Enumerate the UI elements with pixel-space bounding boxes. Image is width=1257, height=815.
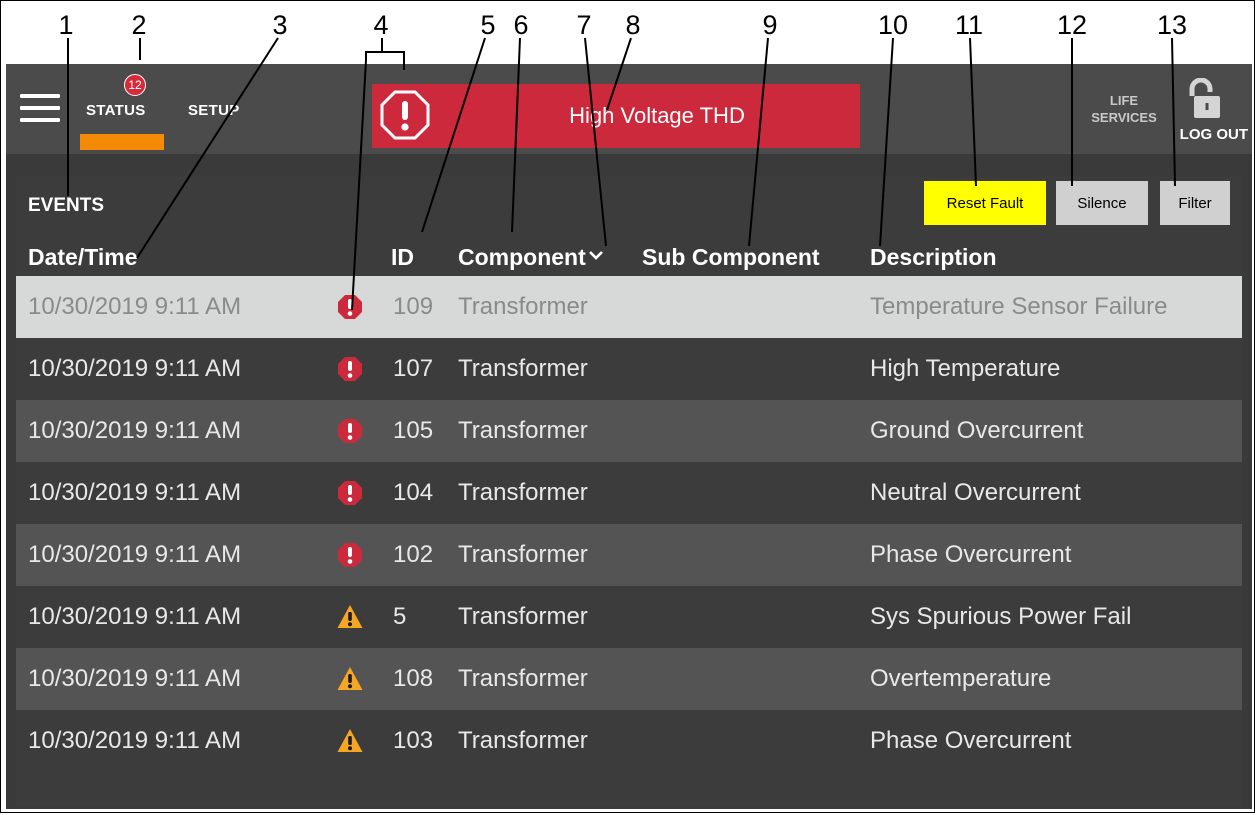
cell-id: 109 <box>393 293 434 320</box>
cell-date-time: 10/30/2019 9:11 AM <box>28 727 242 754</box>
table-row[interactable]: 10/30/2019 9:11 AM 5 Transformer Sys Spurio… <box>16 586 1242 648</box>
alarm-banner[interactable]: High Voltage THD <box>372 84 860 148</box>
column-header-component[interactable]: Component <box>458 244 604 271</box>
hamburger-menu-icon[interactable] <box>20 94 60 126</box>
unlocked-padlock-icon <box>1189 78 1220 118</box>
table-row[interactable]: 10/30/2019 9:11 AM 103 Transformer Phase Ov… <box>16 710 1242 772</box>
alarm-severity-icon <box>336 462 364 524</box>
cell-id: 105 <box>393 417 434 444</box>
cell-date-time: 10/30/2019 9:11 AM <box>28 293 242 320</box>
cell-id: 102 <box>393 541 434 568</box>
cell-component: Transformer <box>458 727 588 754</box>
events-panel: EVENTS Reset Fault Silence Filter Date/T… <box>16 176 1242 806</box>
top-header: 12 STATUS SETUP High Voltage THD LIFE SE… <box>6 64 1252 154</box>
table-row[interactable]: 10/30/2019 9:11 AM 107 Transformer High Tem… <box>16 338 1242 400</box>
cell-date-time: 10/30/2019 9:11 AM <box>28 417 242 444</box>
table-row[interactable]: 10/30/2019 9:11 AM 109 Transformer Temperat… <box>16 276 1242 338</box>
cell-description: Overtemperature <box>870 665 1052 692</box>
alert-octagon-icon <box>380 90 430 140</box>
callout-2: 2 <box>131 10 147 40</box>
column-header-date-time[interactable]: Date/Time <box>28 244 138 271</box>
column-header-description[interactable]: Description <box>870 244 997 271</box>
cell-component: Transformer <box>458 541 588 568</box>
cell-component: Transformer <box>458 355 588 382</box>
logout-button[interactable]: LOG OUT <box>1174 76 1252 146</box>
reset-fault-button[interactable]: Reset Fault <box>924 181 1046 225</box>
cell-component: Transformer <box>458 417 588 444</box>
filter-button[interactable]: Filter <box>1160 181 1230 225</box>
tab-setup[interactable]: SETUP <box>188 102 240 119</box>
cell-description: Neutral Overcurrent <box>870 479 1081 506</box>
cell-description: Phase Overcurrent <box>870 727 1072 754</box>
cell-date-time: 10/30/2019 9:11 AM <box>28 479 242 506</box>
callout-4: 4 <box>373 10 389 40</box>
logout-label: LOG OUT <box>1179 126 1248 143</box>
cell-component: Transformer <box>458 479 588 506</box>
alarm-severity-icon <box>336 400 364 462</box>
cell-date-time: 10/30/2019 9:11 AM <box>28 355 242 382</box>
life-services-line2: SERVICES <box>1091 110 1157 125</box>
column-header-component-label: Component <box>458 244 586 270</box>
cell-description: High Temperature <box>870 355 1061 382</box>
callout-3: 3 <box>272 10 288 40</box>
callout-13: 13 <box>1156 10 1188 40</box>
warning-severity-icon <box>336 710 364 772</box>
table-row[interactable]: 10/30/2019 9:11 AM 105 Transformer Ground O… <box>16 400 1242 462</box>
column-header-sub-component[interactable]: Sub Component <box>642 244 820 271</box>
events-table-body: 10/30/2019 9:11 AM 109 Transformer Temperat… <box>16 276 1242 772</box>
cell-date-time: 10/30/2019 9:11 AM <box>28 541 242 568</box>
cell-description: Temperature Sensor Failure <box>870 293 1168 320</box>
cell-date-time: 10/30/2019 9:11 AM <box>28 665 242 692</box>
cell-id: 103 <box>393 727 434 754</box>
alarm-severity-icon <box>336 524 364 586</box>
alarm-severity-icon <box>336 338 364 400</box>
cell-component: Transformer <box>458 603 588 630</box>
silence-button[interactable]: Silence <box>1056 181 1148 225</box>
warning-severity-icon <box>336 586 364 648</box>
table-row[interactable]: 10/30/2019 9:11 AM 104 Transformer Neutral … <box>16 462 1242 524</box>
cell-description: Ground Overcurrent <box>870 417 1084 444</box>
cell-description: Sys Spurious Power Fail <box>870 603 1132 630</box>
life-services-button[interactable]: LIFE SERVICES <box>1074 92 1174 126</box>
cell-id: 107 <box>393 355 434 382</box>
callout-5: 5 <box>480 10 496 40</box>
status-count-badge: 12 <box>124 74 146 96</box>
cell-id: 5 <box>393 603 407 630</box>
chevron-down-icon[interactable] <box>588 248 604 262</box>
life-services-line1: LIFE <box>1109 93 1139 108</box>
callout-12: 12 <box>1056 10 1088 40</box>
cell-id: 108 <box>393 665 434 692</box>
cell-date-time: 10/30/2019 9:11 AM <box>28 603 242 630</box>
callout-6: 6 <box>513 10 529 40</box>
cell-component: Transformer <box>458 665 588 692</box>
table-row[interactable]: 10/30/2019 9:11 AM 108 Transformer Overtemp… <box>16 648 1242 710</box>
cell-description: Phase Overcurrent <box>870 541 1072 568</box>
callout-1: 1 <box>58 10 74 40</box>
column-header-id[interactable]: ID <box>391 244 414 271</box>
callout-11: 11 <box>954 10 984 40</box>
callout-numbers: 1 2 3 4 5 6 7 8 9 10 11 12 13 <box>0 0 1257 64</box>
active-tab-indicator <box>80 134 164 150</box>
events-title: EVENTS <box>28 195 105 216</box>
callout-8: 8 <box>625 10 641 40</box>
alarm-severity-icon <box>336 276 364 338</box>
callout-7: 7 <box>576 10 592 40</box>
warning-severity-icon <box>336 648 364 710</box>
cell-component: Transformer <box>458 293 588 320</box>
table-row[interactable]: 10/30/2019 9:11 AM 102 Transformer Phase Ov… <box>16 524 1242 586</box>
tab-status[interactable]: STATUS <box>86 102 146 119</box>
callout-9: 9 <box>762 10 778 40</box>
alarm-banner-text: High Voltage THD <box>569 103 745 128</box>
cell-id: 104 <box>393 479 434 506</box>
callout-10: 10 <box>877 10 909 40</box>
